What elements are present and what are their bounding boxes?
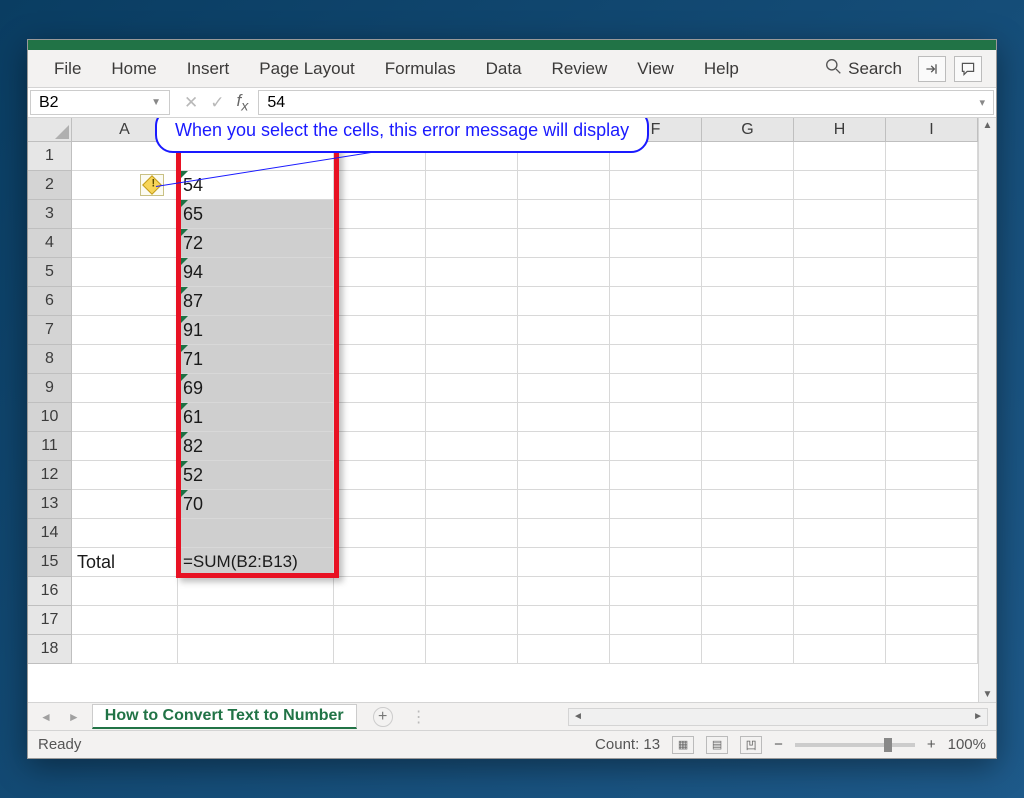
- tab-home[interactable]: Home: [99, 53, 168, 85]
- view-page-break-icon[interactable]: 凹: [740, 736, 762, 754]
- row-13[interactable]: 13: [28, 490, 72, 519]
- add-sheet-button[interactable]: +: [373, 707, 393, 727]
- cell-B3[interactable]: 65: [178, 200, 334, 229]
- zoom-level[interactable]: 100%: [948, 736, 986, 753]
- comments-icon[interactable]: [954, 56, 982, 82]
- zoom-out-button[interactable]: −: [774, 736, 783, 753]
- cell-B15[interactable]: =SUM(B2:B13): [178, 548, 334, 577]
- tab-data[interactable]: Data: [474, 53, 534, 85]
- expand-formula-icon[interactable]: ▾: [979, 96, 985, 109]
- tab-insert[interactable]: Insert: [175, 53, 242, 85]
- status-ready: Ready: [38, 736, 81, 753]
- cell-B9[interactable]: 69: [178, 374, 334, 403]
- row-10[interactable]: 10: [28, 403, 72, 432]
- error-triangle-icon: [178, 171, 188, 181]
- zoom-slider[interactable]: [795, 743, 915, 747]
- name-box[interactable]: B2 ▼: [30, 90, 170, 115]
- tab-formulas[interactable]: Formulas: [373, 53, 468, 85]
- row-8[interactable]: 8: [28, 345, 72, 374]
- grid-area[interactable]: A B C D E F G H I 1 254 365 472 594 687 …: [28, 118, 996, 702]
- cell-B8[interactable]: 71: [178, 345, 334, 374]
- row-11[interactable]: 11: [28, 432, 72, 461]
- row-3[interactable]: 3: [28, 200, 72, 229]
- horizontal-scrollbar[interactable]: ◄►: [568, 708, 988, 726]
- cell-B4[interactable]: 72: [178, 229, 334, 258]
- cell-B13[interactable]: 70: [178, 490, 334, 519]
- row-2[interactable]: 2: [28, 171, 72, 200]
- select-all-corner[interactable]: [28, 118, 72, 141]
- cell-B2[interactable]: 54: [178, 171, 334, 200]
- row-18[interactable]: 18: [28, 635, 72, 664]
- sheet-divider-icon: ⋮: [411, 707, 427, 727]
- annotation-callout: When you select the cells, this error me…: [155, 118, 649, 153]
- search-label: Search: [848, 59, 902, 79]
- sheet-tab-active[interactable]: How to Convert Text to Number: [92, 704, 357, 729]
- tab-view[interactable]: View: [625, 53, 686, 85]
- row-16[interactable]: 16: [28, 577, 72, 606]
- chevron-down-icon: ▼: [151, 97, 161, 108]
- scroll-up-icon[interactable]: ▲: [981, 118, 995, 133]
- cancel-icon[interactable]: ✕: [184, 93, 198, 113]
- formula-bar: B2 ▼ ✕ ✓ fx 54 ▾: [28, 88, 996, 118]
- sheet-nav-next-icon[interactable]: ►: [64, 710, 84, 724]
- col-H[interactable]: H: [794, 118, 886, 141]
- title-bar: [28, 40, 996, 50]
- vertical-scrollbar[interactable]: ▲ ▼: [978, 118, 996, 702]
- col-G[interactable]: G: [702, 118, 794, 141]
- cell-B6[interactable]: 87: [178, 287, 334, 316]
- tab-review[interactable]: Review: [540, 53, 620, 85]
- row-5[interactable]: 5: [28, 258, 72, 287]
- cell-A15[interactable]: Total: [72, 548, 178, 577]
- ribbon: File Home Insert Page Layout Formulas Da…: [28, 50, 996, 88]
- share-icon[interactable]: [918, 56, 946, 82]
- row-15[interactable]: 15: [28, 548, 72, 577]
- enter-icon[interactable]: ✓: [210, 93, 224, 113]
- row-1[interactable]: 1: [28, 142, 72, 171]
- excel-window: File Home Insert Page Layout Formulas Da…: [27, 39, 997, 759]
- sheet-tabs-bar: ◄ ► How to Convert Text to Number + ⋮ ◄►: [28, 702, 996, 730]
- formula-input[interactable]: 54 ▾: [258, 90, 994, 115]
- formula-value: 54: [267, 94, 285, 112]
- row-12[interactable]: 12: [28, 461, 72, 490]
- row-14[interactable]: 14: [28, 519, 72, 548]
- cell-B12[interactable]: 52: [178, 461, 334, 490]
- scroll-down-icon[interactable]: ▼: [981, 687, 995, 702]
- tab-help[interactable]: Help: [692, 53, 751, 85]
- cell-B7[interactable]: 91: [178, 316, 334, 345]
- zoom-in-button[interactable]: +: [927, 736, 936, 753]
- cell-B14[interactable]: [178, 519, 334, 548]
- zoom-thumb[interactable]: [884, 738, 892, 752]
- cell-B11[interactable]: 82: [178, 432, 334, 461]
- cell-B5[interactable]: 94: [178, 258, 334, 287]
- status-count: Count: 13: [595, 736, 660, 753]
- view-page-layout-icon[interactable]: ▤: [706, 736, 728, 754]
- name-box-value: B2: [39, 94, 59, 112]
- row-9[interactable]: 9: [28, 374, 72, 403]
- search-icon: [825, 58, 842, 80]
- status-bar: Ready Count: 13 ▦ ▤ 凹 − + 100%: [28, 730, 996, 758]
- ribbon-search[interactable]: Search: [817, 56, 910, 82]
- formula-buttons: ✕ ✓ fx: [174, 88, 258, 117]
- col-I[interactable]: I: [886, 118, 978, 141]
- rows-container: 1 2 54 3 65 4 72 5 94 6 87 7 91 8 71 9 69 10 61 1…: [28, 142, 996, 664]
- tab-page-layout[interactable]: Page Layout: [247, 53, 366, 85]
- row-7[interactable]: 7: [28, 316, 72, 345]
- cell-B10[interactable]: 61: [178, 403, 334, 432]
- tab-file[interactable]: File: [42, 53, 93, 85]
- row-17[interactable]: 17: [28, 606, 72, 635]
- fx-icon[interactable]: fx: [237, 91, 249, 114]
- row-4[interactable]: 4: [28, 229, 72, 258]
- row-6[interactable]: 6: [28, 287, 72, 316]
- sheet-nav-prev-icon[interactable]: ◄: [36, 710, 56, 724]
- view-normal-icon[interactable]: ▦: [672, 736, 694, 754]
